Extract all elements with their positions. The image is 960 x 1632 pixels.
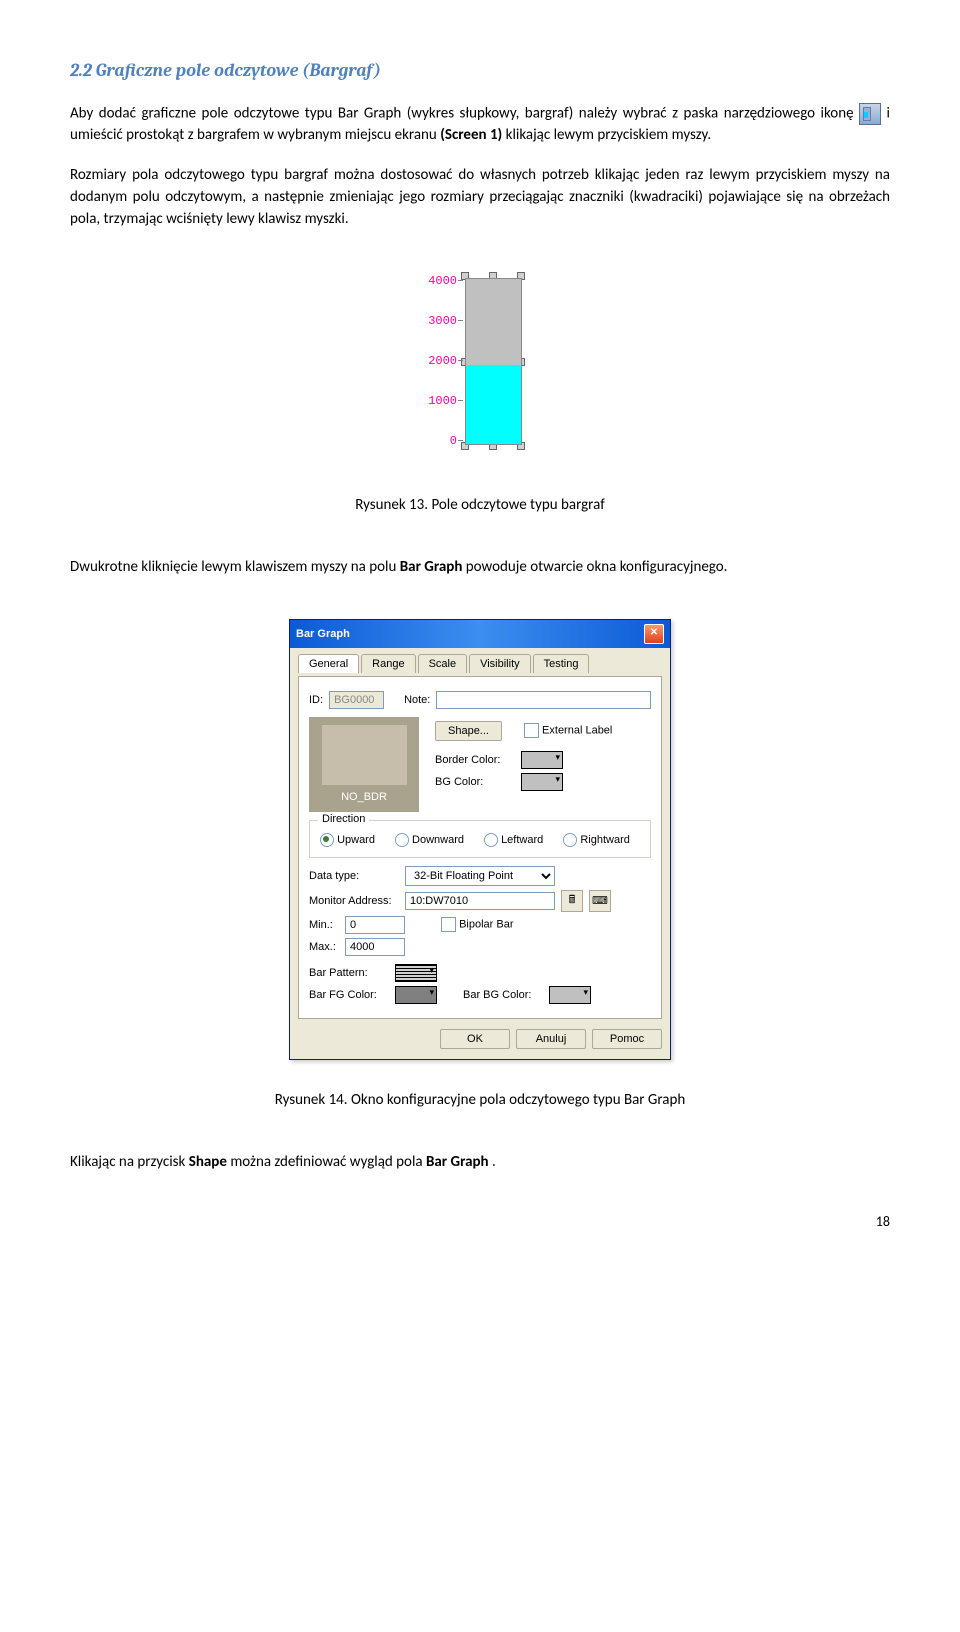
bargraf-tick-label: 2000 bbox=[415, 354, 457, 368]
p3-text-c: powoduje otwarcie okna konfiguracyjnego. bbox=[466, 558, 728, 576]
shape-preview-inner bbox=[322, 725, 407, 785]
data-type-select[interactable]: 32-Bit Floating Point bbox=[405, 866, 555, 886]
dir-down-label: Downward bbox=[412, 834, 464, 846]
external-label-checkbox[interactable] bbox=[524, 723, 539, 738]
external-label-text: External Label bbox=[542, 725, 612, 737]
p4-d: Bar Graph bbox=[426, 1153, 489, 1171]
bargraph-tool-icon bbox=[859, 103, 881, 125]
cancel-button[interactable]: Anuluj bbox=[516, 1029, 586, 1049]
bargraf-fill bbox=[466, 365, 521, 444]
p4-b: Shape bbox=[189, 1153, 227, 1171]
max-label: Max.: bbox=[309, 941, 339, 953]
min-label: Min.: bbox=[309, 919, 339, 931]
data-type-label: Data type: bbox=[309, 870, 399, 882]
shape-preview: NO_BDR bbox=[309, 717, 419, 812]
paragraph-2: Rozmiary pola odczytowego typu bargraf m… bbox=[70, 165, 890, 230]
bar-fg-label: Bar FG Color: bbox=[309, 989, 389, 1001]
paragraph-3: Dwukrotne kliknięcie lewym klawiszem mys… bbox=[70, 557, 890, 579]
p3-text-a: Dwukrotne kliknięcie lewym klawiszem mys… bbox=[70, 558, 400, 576]
dialog-title: Bar Graph bbox=[296, 628, 350, 640]
page-number: 18 bbox=[70, 1213, 890, 1230]
p4-a: Klikając na przycisk bbox=[70, 1153, 189, 1171]
bargraf-tick-icon bbox=[458, 360, 463, 361]
radio-downward[interactable] bbox=[395, 833, 409, 847]
bg-color-label: BG Color: bbox=[435, 776, 515, 788]
bipolar-checkbox[interactable] bbox=[441, 917, 456, 932]
bar-bg-color-swatch[interactable] bbox=[549, 986, 591, 1004]
shape-name: NO_BDR bbox=[341, 791, 387, 803]
direction-group: Direction Upward Downward Leftward Right… bbox=[309, 820, 651, 858]
min-field[interactable] bbox=[345, 916, 405, 934]
bargraf-tick-icon bbox=[458, 400, 463, 401]
bargraf-tick-label: 1000 bbox=[415, 394, 457, 408]
bar-fg-color-swatch[interactable] bbox=[395, 986, 437, 1004]
tab-visibility[interactable]: Visibility bbox=[469, 654, 531, 673]
radio-rightward[interactable] bbox=[563, 833, 577, 847]
help-button[interactable]: Pomoc bbox=[592, 1029, 662, 1049]
tab-scale[interactable]: Scale bbox=[418, 654, 468, 673]
tab-testing[interactable]: Testing bbox=[533, 654, 590, 673]
monitor-address-field[interactable] bbox=[405, 892, 555, 910]
bargraf-tick-icon bbox=[458, 440, 463, 441]
dir-up-label: Upward bbox=[337, 834, 375, 846]
close-icon[interactable]: ✕ bbox=[644, 624, 664, 644]
bg-color-swatch[interactable] bbox=[521, 773, 563, 791]
figure-14-caption: Rysunek 14. Okno konfiguracyjne pola odc… bbox=[70, 1090, 890, 1112]
bargraf-tick-icon bbox=[458, 320, 463, 321]
shape-button[interactable]: Shape... bbox=[435, 721, 502, 741]
radio-upward[interactable] bbox=[320, 833, 334, 847]
bar-pattern-swatch[interactable] bbox=[395, 964, 437, 982]
tab-general[interactable]: General bbox=[298, 654, 359, 673]
p4-c: można zdefiniować wygląd pola bbox=[230, 1153, 426, 1171]
bargraf-tick-label: 0 bbox=[415, 434, 457, 448]
tab-range[interactable]: Range bbox=[361, 654, 415, 673]
calculator-icon[interactable]: 🖩 bbox=[561, 890, 583, 912]
note-field[interactable] bbox=[436, 691, 651, 709]
border-color-label: Border Color: bbox=[435, 754, 515, 766]
bargraf-column bbox=[465, 278, 522, 445]
section-heading: 2.2 Graficzne pole odczytowe (Bargraf) bbox=[70, 60, 890, 81]
bargraf-tick-label: 3000 bbox=[415, 314, 457, 328]
tabstrip: General Range Scale Visibility Testing bbox=[298, 654, 662, 673]
id-field bbox=[329, 691, 384, 709]
bar-pattern-label: Bar Pattern: bbox=[309, 967, 389, 979]
dialog-titlebar[interactable]: Bar Graph ✕ bbox=[290, 620, 670, 648]
figure-13-caption: Rysunek 13. Pole odczytowe typu bargraf bbox=[70, 495, 890, 517]
paragraph-4: Klikając na przycisk Shape można zdefini… bbox=[70, 1152, 890, 1174]
p1-text-a: Aby dodać graficzne pole odczytowe typu … bbox=[70, 105, 859, 123]
p1-text-c: klikając lewym przyciskiem myszy. bbox=[506, 126, 712, 144]
dir-left-label: Leftward bbox=[501, 834, 543, 846]
p3-bold: Bar Graph bbox=[400, 558, 463, 576]
keyboard-icon[interactable]: ⌨ bbox=[589, 890, 611, 912]
monitor-label: Monitor Address: bbox=[309, 895, 399, 907]
bargraf-tick-label: 4000 bbox=[415, 274, 457, 288]
max-field[interactable] bbox=[345, 938, 405, 956]
bargraph-dialog: Bar Graph ✕ General Range Scale Visibili… bbox=[289, 619, 671, 1060]
bargraf-gauge: 4000 3000 2000 1000 0 bbox=[415, 270, 545, 460]
screen-ref: (Screen 1) bbox=[440, 126, 502, 144]
p4-e: . bbox=[492, 1153, 496, 1171]
ok-button[interactable]: OK bbox=[440, 1029, 510, 1049]
figure-14: Bar Graph ✕ General Range Scale Visibili… bbox=[70, 619, 890, 1060]
border-color-swatch[interactable] bbox=[521, 751, 563, 769]
dir-right-label: Rightward bbox=[580, 834, 630, 846]
radio-leftward[interactable] bbox=[484, 833, 498, 847]
figure-13: 4000 3000 2000 1000 0 bbox=[70, 270, 890, 465]
bargraf-tick-icon bbox=[458, 280, 463, 281]
bipolar-label: Bipolar Bar bbox=[459, 919, 513, 931]
note-label: Note: bbox=[404, 694, 430, 706]
direction-legend: Direction bbox=[318, 813, 369, 825]
paragraph-1: Aby dodać graficzne pole odczytowe typu … bbox=[70, 103, 890, 147]
bar-bg-label: Bar BG Color: bbox=[463, 989, 543, 1001]
id-label: ID: bbox=[309, 694, 323, 706]
